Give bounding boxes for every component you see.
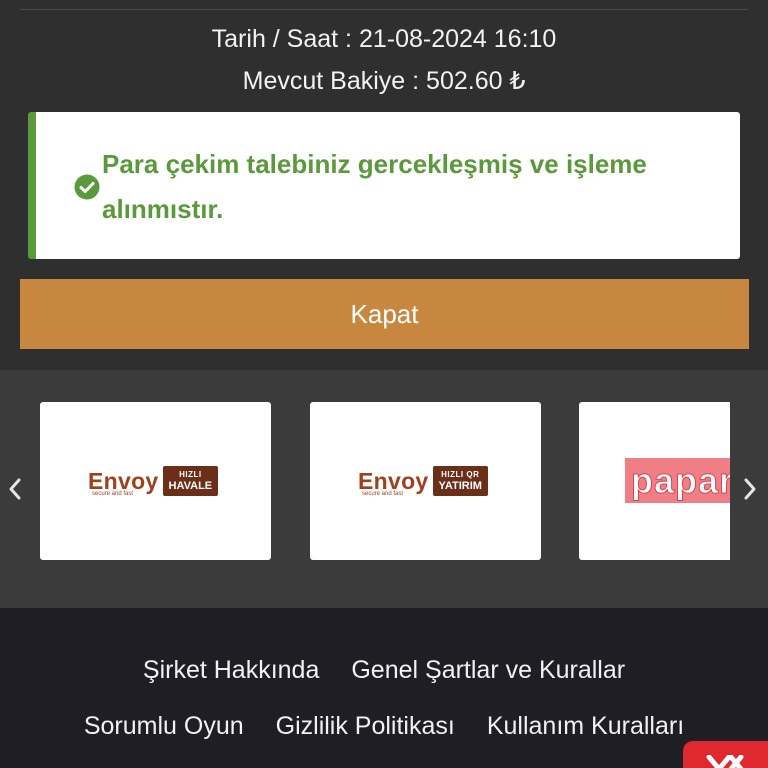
badge-top-text: HIZLI QR [441,469,480,479]
papara-logo: papara [625,458,730,503]
chevron-right-icon[interactable] [740,474,760,504]
envoy-havale-logo: Envoy secure and fast HIZLI HAVALE [88,466,219,497]
footer: Şirket Hakkında Genel Şartlar ve Kuralla… [0,608,768,768]
footer-links-row: Sorumlu Oyun Gizlilik Politikası Kullanı… [0,712,768,741]
brand-tagline: secure and fast [362,491,404,497]
withdrawal-result-panel: Tarih / Saat : 21-08-2024 16:10 Mevcut B… [0,0,768,370]
footer-link-usage-rules[interactable]: Kullanım Kuralları [487,712,684,741]
payment-card-envoy-qr[interactable]: Envoy secure and fast HIZLI QR YATIRIM [310,402,541,560]
envoy-qr-logo: Envoy secure and fast HIZLI QR YATIRIM [358,466,488,497]
badge-top-text: HIZLI [179,469,202,479]
chevron-left-icon[interactable] [5,474,25,504]
footer-link-terms[interactable]: Genel Şartlar ve Kurallar [351,656,625,685]
datetime-text: Tarih / Saat : 21-08-2024 16:10 [211,25,557,53]
alert-message: Para çekim talebiniz gercekleşmiş ve işl… [102,149,647,224]
payment-card-papara[interactable]: papara [579,402,730,560]
divider [20,9,748,10]
chat-widget-button[interactable] [683,741,768,768]
brand-name: Envoy [358,468,429,494]
close-button[interactable]: Kapat [20,279,749,349]
footer-links-row: Şirket Hakkında Genel Şartlar ve Kuralla… [0,656,768,685]
footer-link-privacy[interactable]: Gizlilik Politikası [276,712,455,741]
close-icon [706,755,744,768]
balance-text: Mevcut Bakiye : 502.60 ₺ [242,67,526,95]
badge-bottom-text: HAVALE [168,479,213,492]
payment-methods-carousel: Envoy secure and fast HIZLI HAVALE Envoy… [0,370,768,608]
payment-card-envoy-havale[interactable]: Envoy secure and fast HIZLI HAVALE [40,402,271,560]
brand-tagline: secure and fast [92,491,134,497]
footer-link-about[interactable]: Şirket Hakkında [143,656,319,685]
brand-name: Envoy [88,468,159,494]
brand-badge: HIZLI HAVALE [162,466,219,496]
success-alert: Para çekim talebiniz gercekleşmiş ve işl… [28,112,740,259]
footer-link-responsible-gaming[interactable]: Sorumlu Oyun [84,712,244,741]
brand-badge: HIZLI QR YATIRIM [432,466,488,496]
badge-bottom-text: YATIRIM [438,479,482,492]
check-circle-icon [74,174,100,200]
